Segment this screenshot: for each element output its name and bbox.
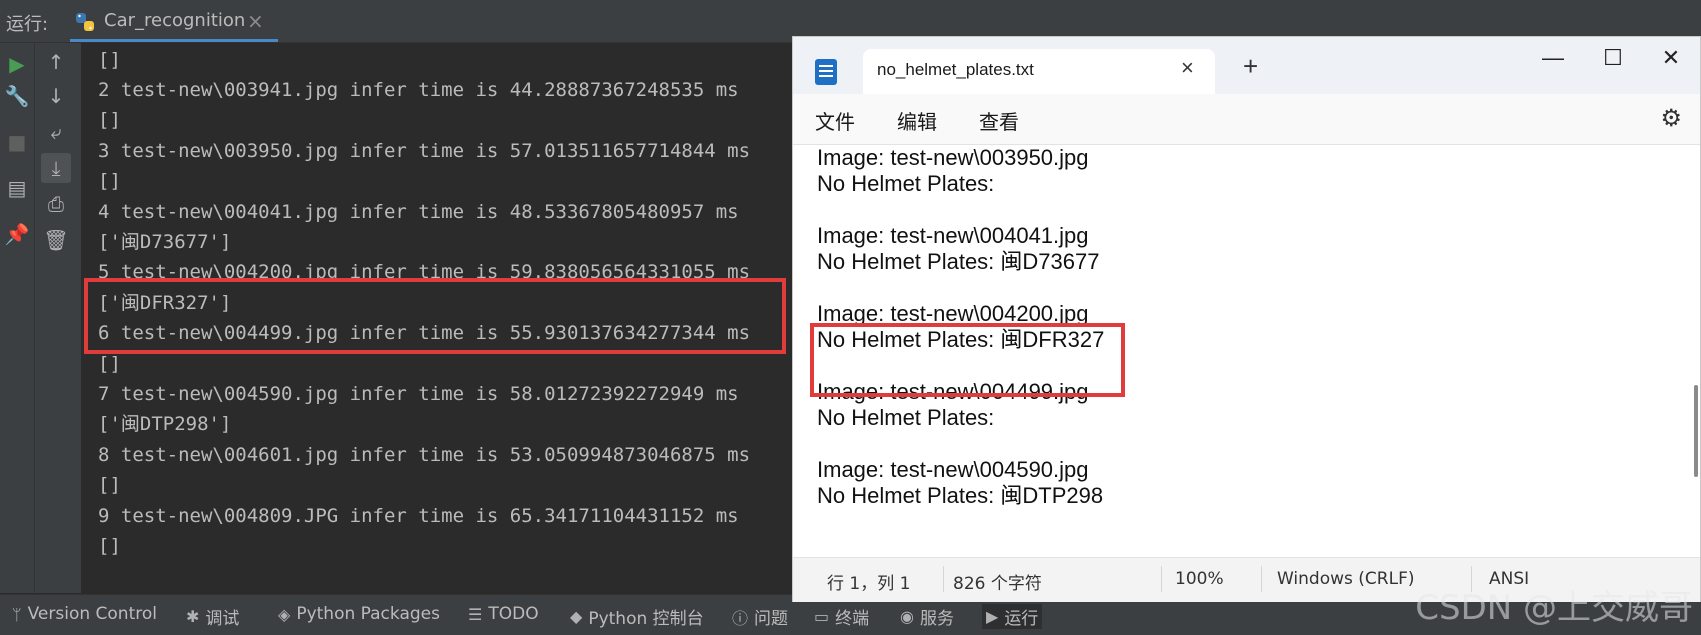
status-divider	[943, 566, 944, 592]
pin-icon[interactable]: 📌	[2, 219, 32, 249]
console-line: 2 test-new\003941.jpg infer time is 44.2…	[98, 79, 739, 101]
line-ending[interactable]: Windows (CRLF)	[1277, 569, 1415, 589]
text-line: No Helmet Plates:	[817, 171, 995, 196]
soft-wrap-icon[interactable]: ⤶	[41, 117, 71, 147]
statusbar-label: TODO	[488, 604, 539, 624]
watermark: CSDN @上交威哥	[1415, 588, 1693, 628]
maximize-icon[interactable]: ☐	[1593, 45, 1633, 71]
stop-icon[interactable]: ■	[2, 127, 32, 157]
statusbar-item-debug[interactable]: ✱ 调试	[186, 604, 239, 629]
highlight-box-notepad	[810, 323, 1125, 397]
statusbar-label: 终端	[835, 609, 870, 629]
run-toolbar-secondary: ↑ ↓ ⤶ ⤓ ⎙ 🗑	[35, 43, 81, 593]
close-icon[interactable]: ×	[247, 9, 264, 33]
highlight-box-console	[84, 278, 786, 354]
list-icon: ☰	[468, 604, 483, 624]
menu-file[interactable]: 文件	[815, 106, 855, 135]
services-icon: ◉	[900, 607, 914, 626]
layout-icon[interactable]: ▤	[2, 173, 32, 203]
status-divider	[1161, 566, 1162, 592]
info-icon: ⓘ	[732, 608, 749, 628]
text-line: No Helmet Plates: 闽DTP298	[817, 483, 1104, 508]
text-line: No Helmet Plates:	[817, 405, 995, 430]
statusbar-item-version-control[interactable]: ᛘ Version Control	[12, 604, 157, 624]
statusbar-label: 问题	[754, 609, 789, 629]
layers-icon: ◈	[278, 604, 291, 624]
console-line: 9 test-new\004809.JPG infer time is 65.3…	[98, 505, 739, 527]
trash-icon[interactable]: 🗑	[41, 225, 71, 255]
scroll-to-end-icon[interactable]: ⤓	[41, 153, 71, 183]
statusbar-item-problems[interactable]: ⓘ 问题	[732, 604, 789, 630]
console-line: ['闽D73677']	[98, 231, 232, 253]
statusbar-label: 服务	[919, 609, 954, 629]
print-icon[interactable]: ⎙	[41, 189, 71, 219]
python-icon	[76, 13, 94, 31]
console-line: 3 test-new\003950.jpg infer time is 57.0…	[98, 140, 751, 162]
statusbar-item-terminal[interactable]: ▭ 终端	[814, 604, 869, 629]
status-divider	[1261, 566, 1262, 592]
menu-view[interactable]: 查看	[979, 106, 1019, 135]
statusbar-label: 运行	[1004, 609, 1039, 629]
gear-icon[interactable]: ⚙	[1660, 104, 1682, 133]
bug-icon: ✱	[186, 607, 200, 626]
minimize-icon[interactable]: —	[1533, 45, 1573, 71]
console-line: []	[98, 49, 121, 71]
menu-edit[interactable]: 编辑	[897, 106, 937, 135]
run-tab-label: Car_recognition	[104, 10, 246, 31]
console-line: []	[98, 535, 121, 557]
statusbar-label: Version Control	[27, 604, 157, 624]
terminal-icon: ▭	[814, 607, 830, 626]
text-line: Image: test-new\004590.jpg	[817, 457, 1089, 482]
notepad-window: no_helmet_plates.txt × + — ☐ ✕ 文件 编辑 查看 …	[792, 36, 1701, 602]
wrench-icon[interactable]: 🔧	[2, 81, 32, 111]
text-line: No Helmet Plates: 闽D73677	[817, 249, 1100, 274]
file-tab[interactable]: no_helmet_plates.txt ×	[863, 49, 1215, 94]
rerun-icon[interactable]: ▶	[2, 49, 32, 79]
console-line: 7 test-new\004590.jpg infer time is 58.0…	[98, 383, 739, 405]
notepad-icon	[815, 59, 837, 85]
arrow-up-icon[interactable]: ↑	[41, 47, 71, 77]
file-tab-title: no_helmet_plates.txt	[877, 60, 1034, 79]
python-icon: ◆	[570, 607, 583, 626]
cursor-position: 行 1，列 1	[827, 574, 911, 594]
vertical-scrollbar[interactable]	[1694, 385, 1698, 477]
notepad-menubar: 文件 编辑 查看 ⚙	[793, 94, 1700, 145]
console-line: 8 test-new\004601.jpg infer time is 53.0…	[98, 444, 751, 466]
statusbar-item-todo[interactable]: ☰ TODO	[468, 604, 539, 624]
statusbar-label: Python 控制台	[588, 609, 704, 629]
statusbar-item-python-console[interactable]: ◆ Python 控制台	[570, 604, 704, 629]
statusbar-item-run[interactable]: ▶ 运行	[982, 604, 1043, 629]
run-config-tab[interactable]: Car_recognition ×	[70, 0, 278, 42]
play-icon: ▶	[986, 607, 999, 626]
zoom-level[interactable]: 100%	[1175, 569, 1224, 589]
statusbar-item-python-packages[interactable]: ◈ Python Packages	[278, 604, 440, 624]
console-line: []	[98, 170, 121, 192]
close-icon[interactable]: ×	[1181, 55, 1194, 81]
char-count: 826 个字符	[953, 574, 1042, 594]
arrow-down-icon[interactable]: ↓	[41, 81, 71, 111]
run-toolbar-primary: ▶ 🔧 ■ ▤ 📌	[0, 43, 35, 593]
statusbar-item-services[interactable]: ◉ 服务	[900, 604, 954, 629]
statusbar-label: Python Packages	[296, 604, 440, 624]
plus-icon[interactable]: +	[1243, 51, 1258, 82]
text-line: Image: test-new\004041.jpg	[817, 223, 1089, 248]
console-line: 4 test-new\004041.jpg infer time is 48.5…	[98, 201, 739, 223]
console-line: []	[98, 474, 121, 496]
close-window-icon[interactable]: ✕	[1651, 45, 1691, 71]
branch-icon: ᛘ	[12, 604, 22, 624]
run-label: 运行:	[6, 14, 49, 35]
notepad-titlebar: no_helmet_plates.txt × + — ☐ ✕	[793, 37, 1700, 94]
text-line: Image: test-new\003950.jpg	[817, 145, 1089, 170]
console-line: []	[98, 109, 121, 131]
statusbar-label: 调试	[205, 609, 240, 629]
console-line: ['闽DTP298']	[98, 413, 232, 435]
